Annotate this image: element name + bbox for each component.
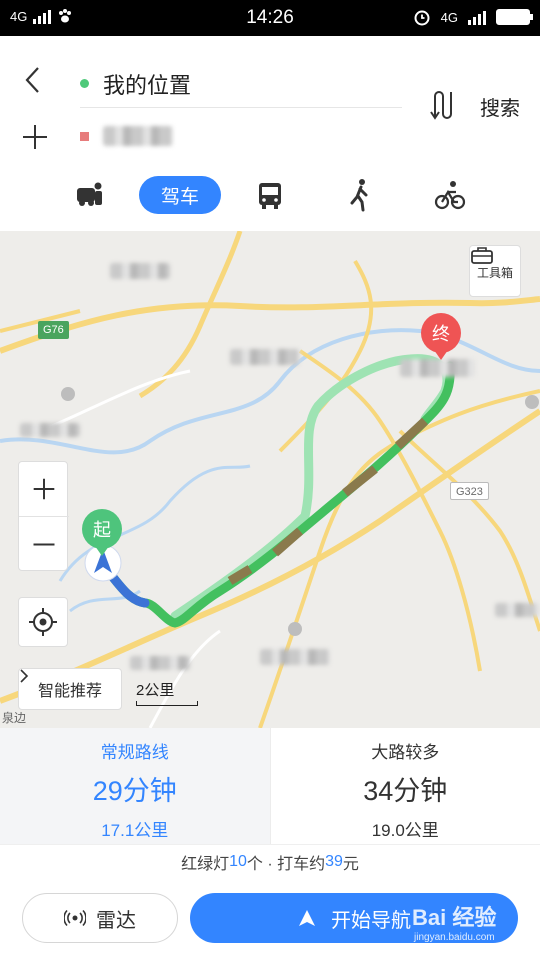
route-option-regular[interactable]: 常规路线 29分钟 17.1公里 xyxy=(0,728,270,844)
zoom-out-icon[interactable] xyxy=(19,517,69,572)
map-label-blurred xyxy=(230,349,300,365)
battery-icon xyxy=(496,9,533,25)
summary-mid: 个 · 打车约 xyxy=(246,855,326,873)
start-dot-icon xyxy=(80,79,89,88)
end-pin: 终 xyxy=(421,313,461,360)
map-label-blurred xyxy=(495,603,540,617)
route-option-main-roads[interactable]: 大路较多 34分钟 19.0公里 xyxy=(269,728,540,844)
swap-icon[interactable] xyxy=(426,88,456,122)
toolbox-icon xyxy=(471,247,493,264)
scale-bar xyxy=(136,701,198,706)
smart-recommend-label: 智能推荐 xyxy=(37,683,102,700)
radar-button[interactable]: 雷达 xyxy=(22,893,178,943)
locate-button[interactable] xyxy=(18,597,68,647)
route-duration: 34分钟 xyxy=(363,776,448,806)
start-pin-label: 起 xyxy=(82,509,122,549)
radar-label: 雷达 xyxy=(96,909,136,932)
back-icon[interactable] xyxy=(18,62,48,98)
toolbox-label: 工具箱 xyxy=(476,266,513,280)
destination-blurred xyxy=(103,126,173,146)
route-distance: 19.0公里 xyxy=(371,821,439,840)
road-shield-g76: G76 xyxy=(38,321,69,339)
route-name: 大路较多 xyxy=(371,743,440,762)
map-label-blurred xyxy=(20,423,80,437)
destination-field[interactable] xyxy=(80,116,402,156)
zoom-in-icon[interactable] xyxy=(19,462,69,517)
map-place-label: 泉边 xyxy=(2,711,27,725)
signal-icon-right xyxy=(468,9,486,25)
bus-mode-icon[interactable] xyxy=(256,176,284,214)
alarm-icon xyxy=(414,10,430,26)
smart-recommend-button[interactable]: 智能推荐 xyxy=(18,668,122,710)
route-duration: 29分钟 xyxy=(92,776,177,806)
status-bar: 4G 14:26 4G xyxy=(0,0,540,36)
route-name: 常规路线 xyxy=(100,743,169,762)
map-label-blurred xyxy=(400,359,475,377)
road-shield-g323: G323 xyxy=(450,482,489,500)
route-options: 常规路线 29分钟 17.1公里 大路较多 34分钟 19.0公里 xyxy=(0,728,540,844)
summary-prefix: 红绿灯 xyxy=(181,855,230,873)
map-label-blurred xyxy=(110,263,170,279)
summary-suffix: 元 xyxy=(342,855,359,873)
zoom-control xyxy=(18,461,69,572)
toolbox-button[interactable]: 工具箱 xyxy=(469,245,521,297)
watermark: Bai 经验 xyxy=(412,905,497,930)
network-type-right: 4G xyxy=(440,9,458,25)
map-label-blurred xyxy=(130,656,190,670)
traffic-light-count: 10 xyxy=(229,852,247,870)
start-field[interactable]: 我的位置 xyxy=(80,60,402,108)
map-view[interactable]: G76 G323 泉边 起 终 工具箱 智能推荐 2公里 xyxy=(0,231,540,728)
status-right: 4G xyxy=(413,8,533,26)
add-waypoint-icon[interactable] xyxy=(18,120,52,154)
route-summary: 红绿灯 10 个 · 打车约 39 元 xyxy=(0,844,540,878)
scale-label: 2公里 xyxy=(136,682,175,699)
navigation-arrow-icon xyxy=(299,910,315,926)
locate-icon xyxy=(29,608,57,636)
chevron-right-icon xyxy=(20,669,29,683)
start-location: 我的位置 xyxy=(103,72,192,98)
watermark-url: jingyan.baidu.com xyxy=(414,932,495,943)
end-dot-icon xyxy=(80,131,89,141)
end-pin-label: 终 xyxy=(421,313,461,353)
start-pin: 起 xyxy=(82,509,122,556)
search-button[interactable]: 搜索 xyxy=(480,92,520,121)
radar-icon xyxy=(64,909,86,927)
taxi-fare: 39 xyxy=(325,852,343,870)
transport-modes: 驾车 xyxy=(0,176,540,220)
route-distance: 17.1公里 xyxy=(101,821,169,840)
tab-drive[interactable]: 驾车 xyxy=(139,176,221,214)
taxi-mode-icon[interactable] xyxy=(74,176,106,214)
walk-mode-icon[interactable] xyxy=(348,176,372,214)
route-header: 我的位置 搜索 驾车 xyxy=(0,36,540,231)
start-navigation-label: 开始导航 xyxy=(331,909,411,932)
map-label-blurred xyxy=(260,649,330,665)
bike-mode-icon[interactable] xyxy=(434,176,466,214)
